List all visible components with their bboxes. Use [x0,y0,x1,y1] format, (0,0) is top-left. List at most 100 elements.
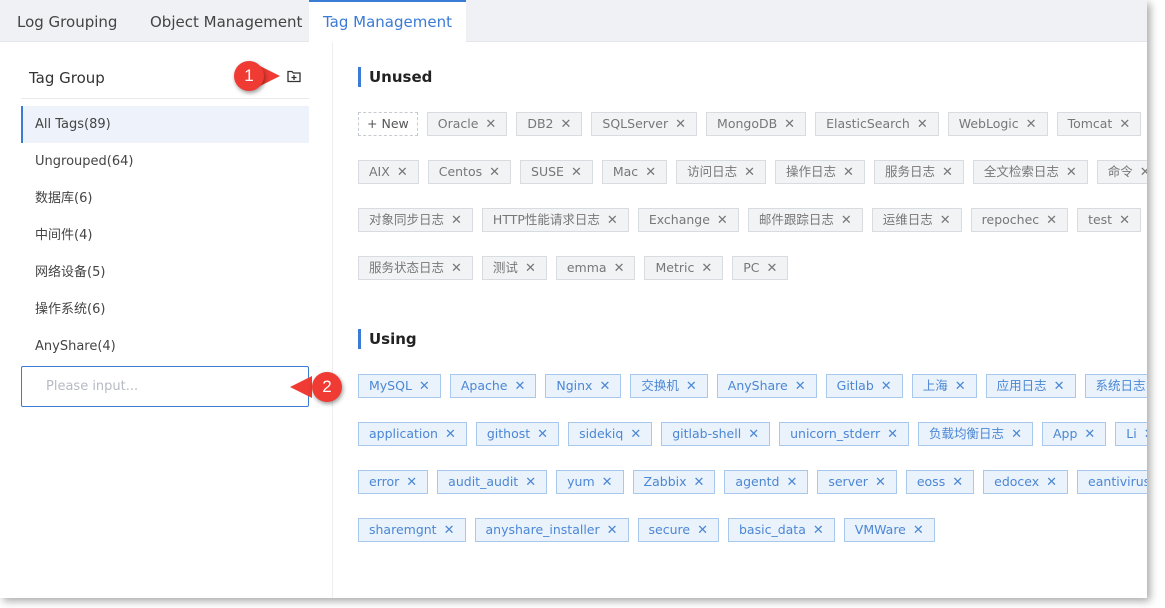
using-tag[interactable]: VMWare ✕ [843,518,935,542]
unused-tag[interactable]: 访问日志 ✕ [676,160,767,184]
unused-tag[interactable]: PC ✕ [732,256,789,280]
close-icon[interactable]: ✕ [887,427,898,442]
using-tag[interactable]: secure ✕ [637,518,719,542]
close-icon[interactable]: ✕ [675,117,686,132]
using-tag[interactable]: Nginx ✕ [545,374,622,398]
close-icon[interactable]: ✕ [571,165,582,180]
close-icon[interactable]: ✕ [645,165,656,180]
using-tag[interactable]: 系统日志✕ [1084,374,1147,398]
close-icon[interactable]: ✕ [444,523,455,538]
unused-tag[interactable]: Exchange ✕ [637,208,739,232]
close-icon[interactable]: ✕ [485,117,496,132]
close-icon[interactable]: ✕ [694,475,705,490]
using-tag[interactable]: Gitlab ✕ [825,374,903,398]
close-icon[interactable]: ✕ [537,427,548,442]
new-group-input[interactable] [21,366,309,407]
close-icon[interactable]: ✕ [489,165,500,180]
close-icon[interactable]: ✕ [1011,427,1022,442]
close-icon[interactable]: ✕ [1046,475,1057,490]
unused-tag[interactable]: HTTP性能请求日志 ✕ [481,208,629,232]
group-item-network-devices[interactable]: 网络设备(5) [21,254,309,291]
using-tag[interactable]: githost ✕ [475,422,560,446]
unused-tag[interactable]: 测试 ✕ [481,256,547,280]
close-icon[interactable]: ✕ [525,475,536,490]
close-icon[interactable]: ✕ [717,213,728,228]
close-icon[interactable]: ✕ [875,475,886,490]
close-icon[interactable]: ✕ [701,261,712,276]
unused-tag[interactable]: DB2 ✕ [516,112,583,136]
close-icon[interactable]: ✕ [955,379,966,394]
close-icon[interactable]: ✕ [1144,427,1147,442]
close-icon[interactable]: ✕ [686,379,697,394]
using-tag[interactable]: server ✕ [817,470,897,494]
using-tag[interactable]: Zabbix ✕ [632,470,716,494]
using-tag[interactable]: 上海 ✕ [911,374,977,398]
using-tag[interactable]: edocex ✕ [983,470,1069,494]
using-tag[interactable]: 应用日志 ✕ [985,374,1076,398]
unused-tag[interactable]: 操作日志 ✕ [775,160,865,184]
unused-tag[interactable]: 服务日志 ✕ [873,160,964,184]
using-tag[interactable]: App ✕ [1041,422,1107,446]
close-icon[interactable]: ✕ [813,523,824,538]
unused-tag[interactable]: 服务状态日志 ✕ [358,256,473,280]
unused-tag[interactable]: emma ✕ [555,256,636,280]
close-icon[interactable]: ✕ [406,475,417,490]
unused-tag[interactable]: 运维日志 ✕ [871,208,962,232]
using-tag[interactable]: Apache ✕ [449,374,537,398]
using-tag[interactable]: gitlab-shell ✕ [661,422,771,446]
using-tag[interactable]: 交换机 ✕ [630,374,708,398]
close-icon[interactable]: ✕ [767,261,778,276]
tab-log-grouping[interactable]: Log Grouping [17,0,117,42]
group-item-operating-systems[interactable]: 操作系统(6) [21,291,309,328]
using-tag[interactable]: basic_data ✕ [728,518,835,542]
using-tag[interactable]: agentd ✕ [724,470,809,494]
close-icon[interactable]: ✕ [560,117,571,132]
close-icon[interactable]: ✕ [607,523,618,538]
close-icon[interactable]: ✕ [1119,213,1130,228]
unused-tag[interactable]: Oracle ✕ [426,112,508,136]
group-item-ungrouped[interactable]: Ungrouped(64) [21,143,309,180]
close-icon[interactable]: ✕ [1140,165,1147,180]
close-icon[interactable]: ✕ [841,213,852,228]
close-icon[interactable]: ✕ [1026,117,1037,132]
close-icon[interactable]: ✕ [614,261,625,276]
unused-tag[interactable]: Mac ✕ [601,160,668,184]
close-icon[interactable]: ✕ [451,261,462,276]
unused-tag[interactable]: SQLServer ✕ [591,112,698,136]
new-tag-button[interactable]: + New [358,112,418,136]
close-icon[interactable]: ✕ [630,427,641,442]
group-item-database[interactable]: 数据库(6) [21,180,309,217]
unused-tag[interactable]: test ✕ [1077,208,1141,232]
close-icon[interactable]: ✕ [784,117,795,132]
close-icon[interactable]: ✕ [940,213,951,228]
close-icon[interactable]: ✕ [525,261,536,276]
close-icon[interactable]: ✕ [917,117,928,132]
unused-tag[interactable]: 邮件跟踪日志 ✕ [747,208,863,232]
close-icon[interactable]: ✕ [419,379,430,394]
add-folder-icon[interactable] [287,69,301,83]
close-icon[interactable]: ✕ [602,475,613,490]
close-icon[interactable]: ✕ [607,213,618,228]
close-icon[interactable]: ✕ [748,427,759,442]
group-item-middleware[interactable]: 中间件(4) [21,217,309,254]
close-icon[interactable]: ✕ [1084,427,1095,442]
unused-tag[interactable]: Tomcat ✕ [1056,112,1142,136]
close-icon[interactable]: ✕ [397,165,408,180]
using-tag[interactable]: application ✕ [358,422,467,446]
using-tag[interactable]: audit_audit ✕ [437,470,548,494]
using-tag[interactable]: 负载均衡日志 ✕ [918,422,1033,446]
using-tag[interactable]: eoss ✕ [905,470,975,494]
close-icon[interactable]: ✕ [1054,379,1065,394]
close-icon[interactable]: ✕ [1046,213,1057,228]
using-tag[interactable]: error ✕ [358,470,429,494]
using-tag[interactable]: MySQL ✕ [358,374,441,398]
using-tag[interactable]: yum ✕ [556,470,624,494]
close-icon[interactable]: ✕ [843,165,854,180]
unused-tag[interactable]: Centos ✕ [427,160,512,184]
close-icon[interactable]: ✕ [795,379,806,394]
close-icon[interactable]: ✕ [786,475,797,490]
unused-tag[interactable]: repochec ✕ [970,208,1069,232]
close-icon[interactable]: ✕ [942,165,953,180]
unused-tag[interactable]: 命令 ✕ [1096,160,1147,184]
close-icon[interactable]: ✕ [744,165,755,180]
